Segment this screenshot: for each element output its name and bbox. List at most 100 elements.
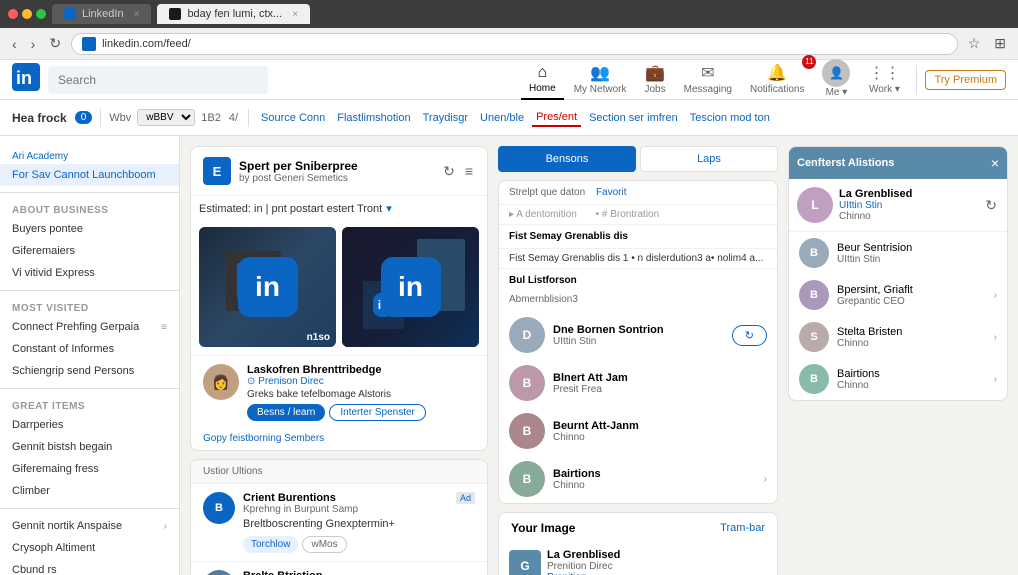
right-sub-filter-2: • # Brontration: [596, 209, 660, 220]
toolbar-link-source[interactable]: Source Conn: [257, 110, 329, 126]
connect-profile-btn[interactable]: Interter Spenster: [329, 404, 425, 421]
site-favicon: [82, 37, 96, 51]
right-tab-secondary[interactable]: Laps: [640, 146, 778, 172]
media-thumbnails-grid: in in n1so in in: [191, 219, 487, 355]
post-content-1: Crient Burentions Kprehng in Burpunt Sam…: [243, 492, 448, 553]
tab-close-1[interactable]: ×: [134, 9, 140, 20]
nav-label-work: Work ▾: [869, 84, 900, 95]
notifications-icon: 🔔: [767, 63, 787, 83]
sidebar-item-gennit[interactable]: Gennit bistsh begain: [0, 436, 179, 458]
browser-tab-1[interactable]: LinkedIn ×: [52, 4, 151, 24]
svg-text:in: in: [16, 68, 32, 88]
far-sugg-av-2: B: [799, 280, 829, 310]
post-action-btn-2[interactable]: wMos: [302, 536, 346, 553]
back-button[interactable]: ‹: [8, 34, 21, 54]
sidebar-item-crysoph[interactable]: Crysoph Altiment: [0, 537, 179, 559]
profile-mini-card: 👩 Laskofren Bhrenttribedge ⊙ Prenison Di…: [191, 355, 487, 429]
linkedin-toolbar: Hea frock 0 Wbv wBBV 1B2 4/ Source Conn …: [0, 100, 1018, 136]
toolbar-link-tray[interactable]: Traydisgr: [419, 110, 472, 126]
right-bul-title: Bul Listforson: [509, 275, 577, 286]
toolbar-separator-1: [100, 109, 101, 127]
media-thumb-1[interactable]: in in n1so: [199, 227, 336, 347]
sidebar-item-climber[interactable]: Climber: [0, 480, 179, 502]
post-content-2: Brelte Btristion Purpung n Admo #green p…: [243, 570, 475, 575]
profile-mini-desc: Greks bake tefelbomage Alstoris: [247, 389, 426, 400]
nav-item-network[interactable]: 👥 My Network: [566, 59, 635, 101]
filter-dropdown[interactable]: wBBV: [137, 109, 195, 126]
suggestion-avatar-3: B: [509, 413, 545, 449]
sidebar-item-express[interactable]: Vi vitivid Express: [0, 262, 179, 284]
sidebar-item-darrp[interactable]: Darrperies: [0, 414, 179, 436]
sidebar-item-gifer[interactable]: Giferemaing fress: [0, 458, 179, 480]
trending-header: Your Image Tram-bar: [499, 513, 777, 543]
sidebar-item-gennit2[interactable]: Gennit nortik Anspaise ›: [0, 515, 179, 537]
minimize-window-btn[interactable]: [22, 9, 32, 19]
post-action-btn-1[interactable]: Torchlow: [243, 536, 298, 553]
search-input[interactable]: [48, 66, 268, 94]
sidebar-item-companies[interactable]: Giferemaiers: [0, 240, 179, 262]
media-card-actions: ↻ ≡: [441, 161, 475, 182]
far-right-refresh-btn[interactable]: ↻: [983, 195, 999, 216]
suggestion-name-4: Bairtions: [553, 468, 601, 480]
premium-button[interactable]: Try Premium: [925, 70, 1006, 90]
nav-item-messaging[interactable]: ✉ Messaging: [676, 59, 740, 101]
card-info: Spert per Sniberpree by post Generi Seme…: [239, 159, 358, 184]
filter-dropdown-btn[interactable]: ▾: [386, 202, 392, 215]
sidebar-item-constant[interactable]: Constant of Informes: [0, 338, 179, 360]
toolbar-link-section[interactable]: Section ser imfren: [585, 110, 682, 126]
far-right-name: La Grenblised: [839, 188, 912, 200]
feed-section-title-1: Ustior Ultions: [203, 466, 262, 477]
sidebar-item-cbund[interactable]: Cbund rs: [0, 559, 179, 575]
refresh-card-btn[interactable]: ↻: [441, 161, 457, 182]
toolbar-link-unen[interactable]: Unen/ble: [476, 110, 528, 126]
suggestion-name-1: Dne Bornen Sontrion: [553, 324, 664, 336]
address-bar[interactable]: linkedin.com/feed/: [71, 33, 958, 55]
extensions-button[interactable]: ⊞: [990, 33, 1010, 54]
nav-item-jobs[interactable]: 💼 Jobs: [637, 59, 674, 101]
refresh-button[interactable]: ↻: [45, 33, 65, 54]
sidebar-top-label: For Sav Cannot Launchboom: [12, 169, 167, 181]
nav-item-me[interactable]: 👤 Me ▾: [814, 55, 858, 104]
see-more-btn[interactable]: Gopy feistborning Sembers: [191, 429, 487, 450]
toolbar-link-pres[interactable]: Pres/ent: [532, 109, 581, 127]
toolbar-link-tescion[interactable]: Tescion mod ton: [686, 110, 774, 126]
right-filter-link[interactable]: Favorit: [596, 187, 627, 198]
sidebar-divider-2: [0, 290, 179, 291]
trending-see-all[interactable]: Tram-bar: [720, 522, 765, 534]
nav-item-home[interactable]: ⌂ Home: [521, 60, 564, 100]
sidebar-item-connect-preh[interactable]: Connect Prehfing Gerpaia ≡: [0, 316, 179, 338]
messaging-icon: ✉: [701, 63, 714, 83]
feed-card-1: Ustior Ultions B Crient Burentions Kpreh…: [190, 459, 488, 575]
work-grid-icon: ⋮⋮: [868, 63, 900, 83]
sidebar-item-schien[interactable]: Schiengrip send Persons: [0, 360, 179, 382]
profile-mini-name: Laskofren Bhrenttribedge: [247, 364, 426, 376]
sidebar-item-buyers[interactable]: Buyers pontee: [0, 218, 179, 240]
connect-btn-1[interactable]: ↻: [732, 325, 767, 346]
tab-label-1: LinkedIn: [82, 8, 124, 20]
sidebar-item-top[interactable]: For Sav Cannot Launchboom: [0, 164, 179, 186]
close-window-btn[interactable]: [8, 9, 18, 19]
sidebar-arrow-gennit: ›: [164, 521, 167, 532]
far-sugg-name-3: Stelta Bristen: [837, 326, 902, 338]
tab-close-2[interactable]: ×: [292, 9, 298, 20]
maximize-window-btn[interactable]: [36, 9, 46, 19]
far-right-close-btn[interactable]: ×: [991, 155, 999, 171]
breadcrumb-link[interactable]: Ari Academy: [12, 151, 68, 162]
forward-button[interactable]: ›: [27, 34, 40, 54]
follow-btn[interactable]: Besns / learn: [247, 404, 325, 421]
browser-tab-2[interactable]: bday fen lumi, ctx... ×: [157, 4, 310, 24]
suggestion-avatar-2: B: [509, 365, 545, 401]
media-thumb-2[interactable]: in in: [342, 227, 479, 347]
main-layout: Ari Academy For Sav Cannot Launchboom Ab…: [0, 136, 1018, 575]
bookmark-button[interactable]: ☆: [964, 33, 985, 54]
far-sugg-arrow-2: ›: [994, 290, 997, 301]
sidebar-buyers-label: Buyers pontee: [12, 223, 167, 235]
suggestion-info-4: Bairtions Chinno: [553, 468, 601, 491]
right-tab-primary[interactable]: Bensons: [498, 146, 636, 172]
toolbar-link-flast[interactable]: Flastlimshotion: [333, 110, 414, 126]
menu-card-btn[interactable]: ≡: [463, 161, 475, 182]
far-right-header: Cenfterst Alistions ×: [789, 147, 1007, 179]
far-sugg-info-4: Bairtions Chinno: [837, 368, 880, 391]
nav-item-work[interactable]: ⋮⋮ Work ▾: [860, 59, 908, 101]
trending-profile-title: Prenition Direc: [547, 561, 620, 572]
